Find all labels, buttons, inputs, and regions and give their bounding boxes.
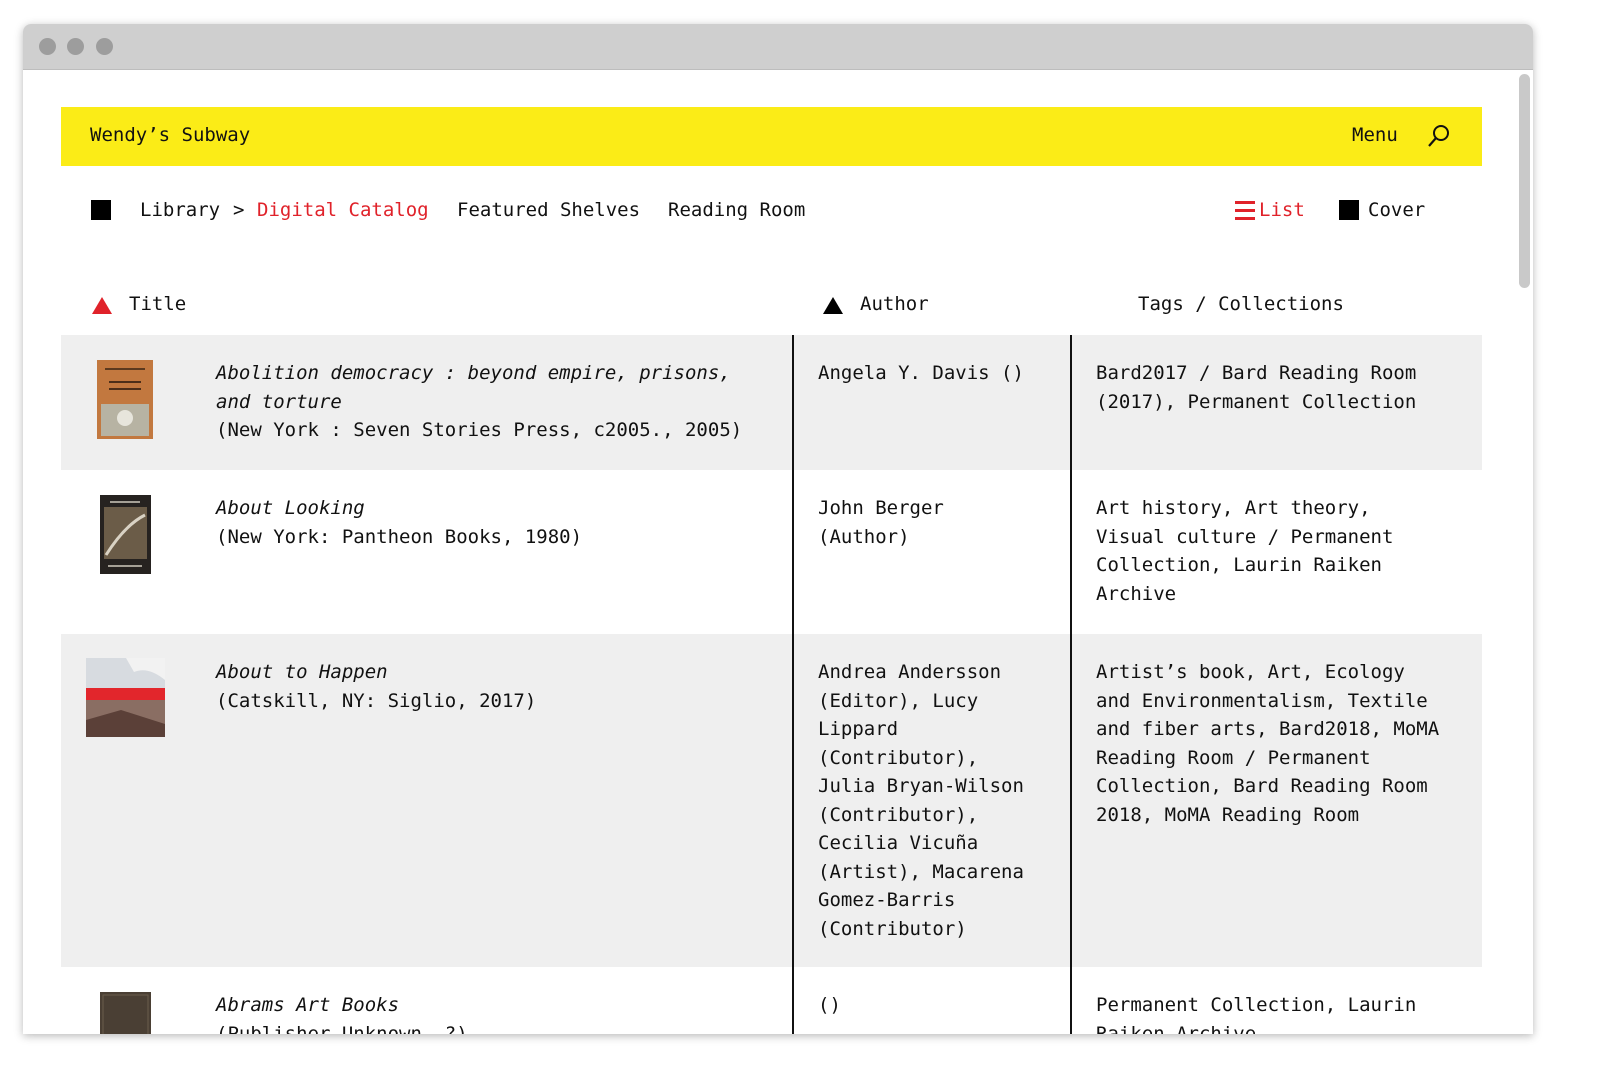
tags-line: Visual culture / Permanent [1096,525,1394,548]
featured-shelves-link[interactable]: Featured Shelves [457,199,640,221]
tags-line: (2017), Permanent Collection [1096,390,1417,413]
title-column-header[interactable]: Title [129,293,186,315]
author-line: Angela Y. Davis () [818,362,1024,384]
tags-cell: Permanent Collection, Laurin Raiken Arch… [1096,991,1416,1034]
table-row[interactable]: Abrams Art Books (Publisher Unknown, ?) … [61,967,1482,1034]
tags-cell: Art history, Art theory, Visual culture … [1096,494,1393,608]
author-line: Lippard [818,718,899,740]
author-line: (Artist), Macarena [818,860,1024,883]
tags-line: Artist’s book, Art, Ecology [1096,661,1405,683]
tags-line: Art history, Art theory, [1096,497,1371,519]
tags-line: Raiken Archive [1096,1022,1257,1035]
browser-window: Wendy’s Subway Menu Library > Digital Ca… [23,24,1533,1034]
tags-line: Collection, Laurin Raiken [1096,554,1382,576]
page-viewport: Wendy’s Subway Menu Library > Digital Ca… [23,70,1533,1034]
book-cover-image[interactable] [100,992,151,1034]
tags-line: 2018, MoMA Reading Room [1096,803,1360,826]
site-logo-link[interactable]: Wendy’s Subway [90,124,250,146]
author-cell: John Berger (Author) [818,494,944,551]
author-line: (Contributor), [818,803,979,826]
column-divider [792,335,794,1034]
catalog-nav: Library > Digital Catalog Featured Shelv… [23,190,1516,230]
window-titlebar [23,24,1533,70]
table-row[interactable]: Abolition democracy : beyond empire, pri… [61,335,1482,470]
author-cell: () [818,991,841,1020]
breadcrumb-digital-catalog[interactable]: Digital Catalog [257,199,429,221]
author-line: (Contributor), [818,746,979,769]
window-minimize-dot[interactable] [67,38,84,55]
triangle-up-icon[interactable] [823,297,843,314]
title-line: Abolition democracy : beyond empire, pri… [216,362,731,384]
cover-view-icon[interactable] [1339,200,1359,220]
author-cell: Andrea Andersson (Editor), Lucy Lippard … [818,658,1024,943]
square-icon[interactable] [91,200,111,220]
tags-line: Permanent Collection, Laurin [1096,994,1417,1016]
view-cover-button[interactable]: Cover [1368,199,1425,221]
triangle-up-icon[interactable] [92,297,112,314]
book-title[interactable]: Abrams Art Books (Publisher Unknown, ?) [216,991,468,1034]
book-cover-image[interactable] [86,658,165,737]
author-line: (Editor), Lucy [818,689,979,712]
breadcrumb-separator: > [233,199,245,221]
tags-column-header: Tags / Collections [1138,293,1344,315]
search-icon[interactable] [1427,124,1451,148]
author-line: John Berger [818,497,944,519]
tags-line: and Environmentalism, Textile [1096,689,1428,712]
tags-line: Archive [1096,582,1177,605]
menu-button[interactable]: Menu [1352,124,1398,146]
scrollbar-thumb[interactable] [1519,74,1530,288]
publication-info: (Publisher Unknown, ?) [216,1022,468,1035]
tags-cell: Artist’s book, Art, Ecology and Environm… [1096,658,1439,829]
author-line: (Contributor) [818,917,967,940]
title-line: and torture [216,390,342,413]
table-row[interactable]: About to Happen (Catskill, NY: Siglio, 2… [61,634,1482,967]
tags-line: Collection, Bard Reading Room [1096,775,1428,797]
site-header: Wendy’s Subway Menu [61,107,1482,166]
vertical-scrollbar[interactable] [1516,70,1533,1034]
list-icon[interactable] [1235,201,1255,220]
author-line: Andrea Andersson [818,661,1002,683]
author-cell: Angela Y. Davis () [818,359,1024,388]
title-line: About Looking [216,497,365,519]
breadcrumb-library-link[interactable]: Library [140,199,220,221]
book-cover-image[interactable] [97,360,153,439]
tags-line: Bard2017 / Bard Reading Room [1096,362,1417,384]
title-line: About to Happen [216,661,388,683]
book-title[interactable]: Abolition democracy : beyond empire, pri… [216,359,742,445]
reading-room-link[interactable]: Reading Room [668,199,805,221]
window-close-dot[interactable] [39,38,56,55]
tags-line: and fiber arts, Bard2018, MoMA [1096,718,1440,740]
book-title[interactable]: About Looking (New York: Pantheon Books,… [216,494,582,551]
author-line: Julia Bryan-Wilson [818,775,1024,797]
publication-info: (Catskill, NY: Siglio, 2017) [216,689,537,712]
author-line: () [818,994,841,1016]
publication-info: (New York : Seven Stories Press, c2005.,… [216,419,743,441]
view-list-button[interactable]: List [1259,199,1305,221]
author-column-header[interactable]: Author [860,293,929,315]
tags-line: Reading Room / Permanent [1096,746,1371,769]
author-line: Cecilia Vicuña [818,832,979,854]
window-zoom-dot[interactable] [96,38,113,55]
column-divider [1070,335,1072,1034]
book-title[interactable]: About to Happen (Catskill, NY: Siglio, 2… [216,658,536,715]
publication-info: (New York: Pantheon Books, 1980) [216,525,583,548]
table-row[interactable]: About Looking (New York: Pantheon Books,… [61,470,1482,634]
author-line: Gomez-Barris [818,889,956,911]
author-line: (Author) [818,525,910,548]
book-cover-image[interactable] [100,495,151,574]
tags-cell: Bard2017 / Bard Reading Room (2017), Per… [1096,359,1416,416]
title-line: Abrams Art Books [216,994,400,1016]
